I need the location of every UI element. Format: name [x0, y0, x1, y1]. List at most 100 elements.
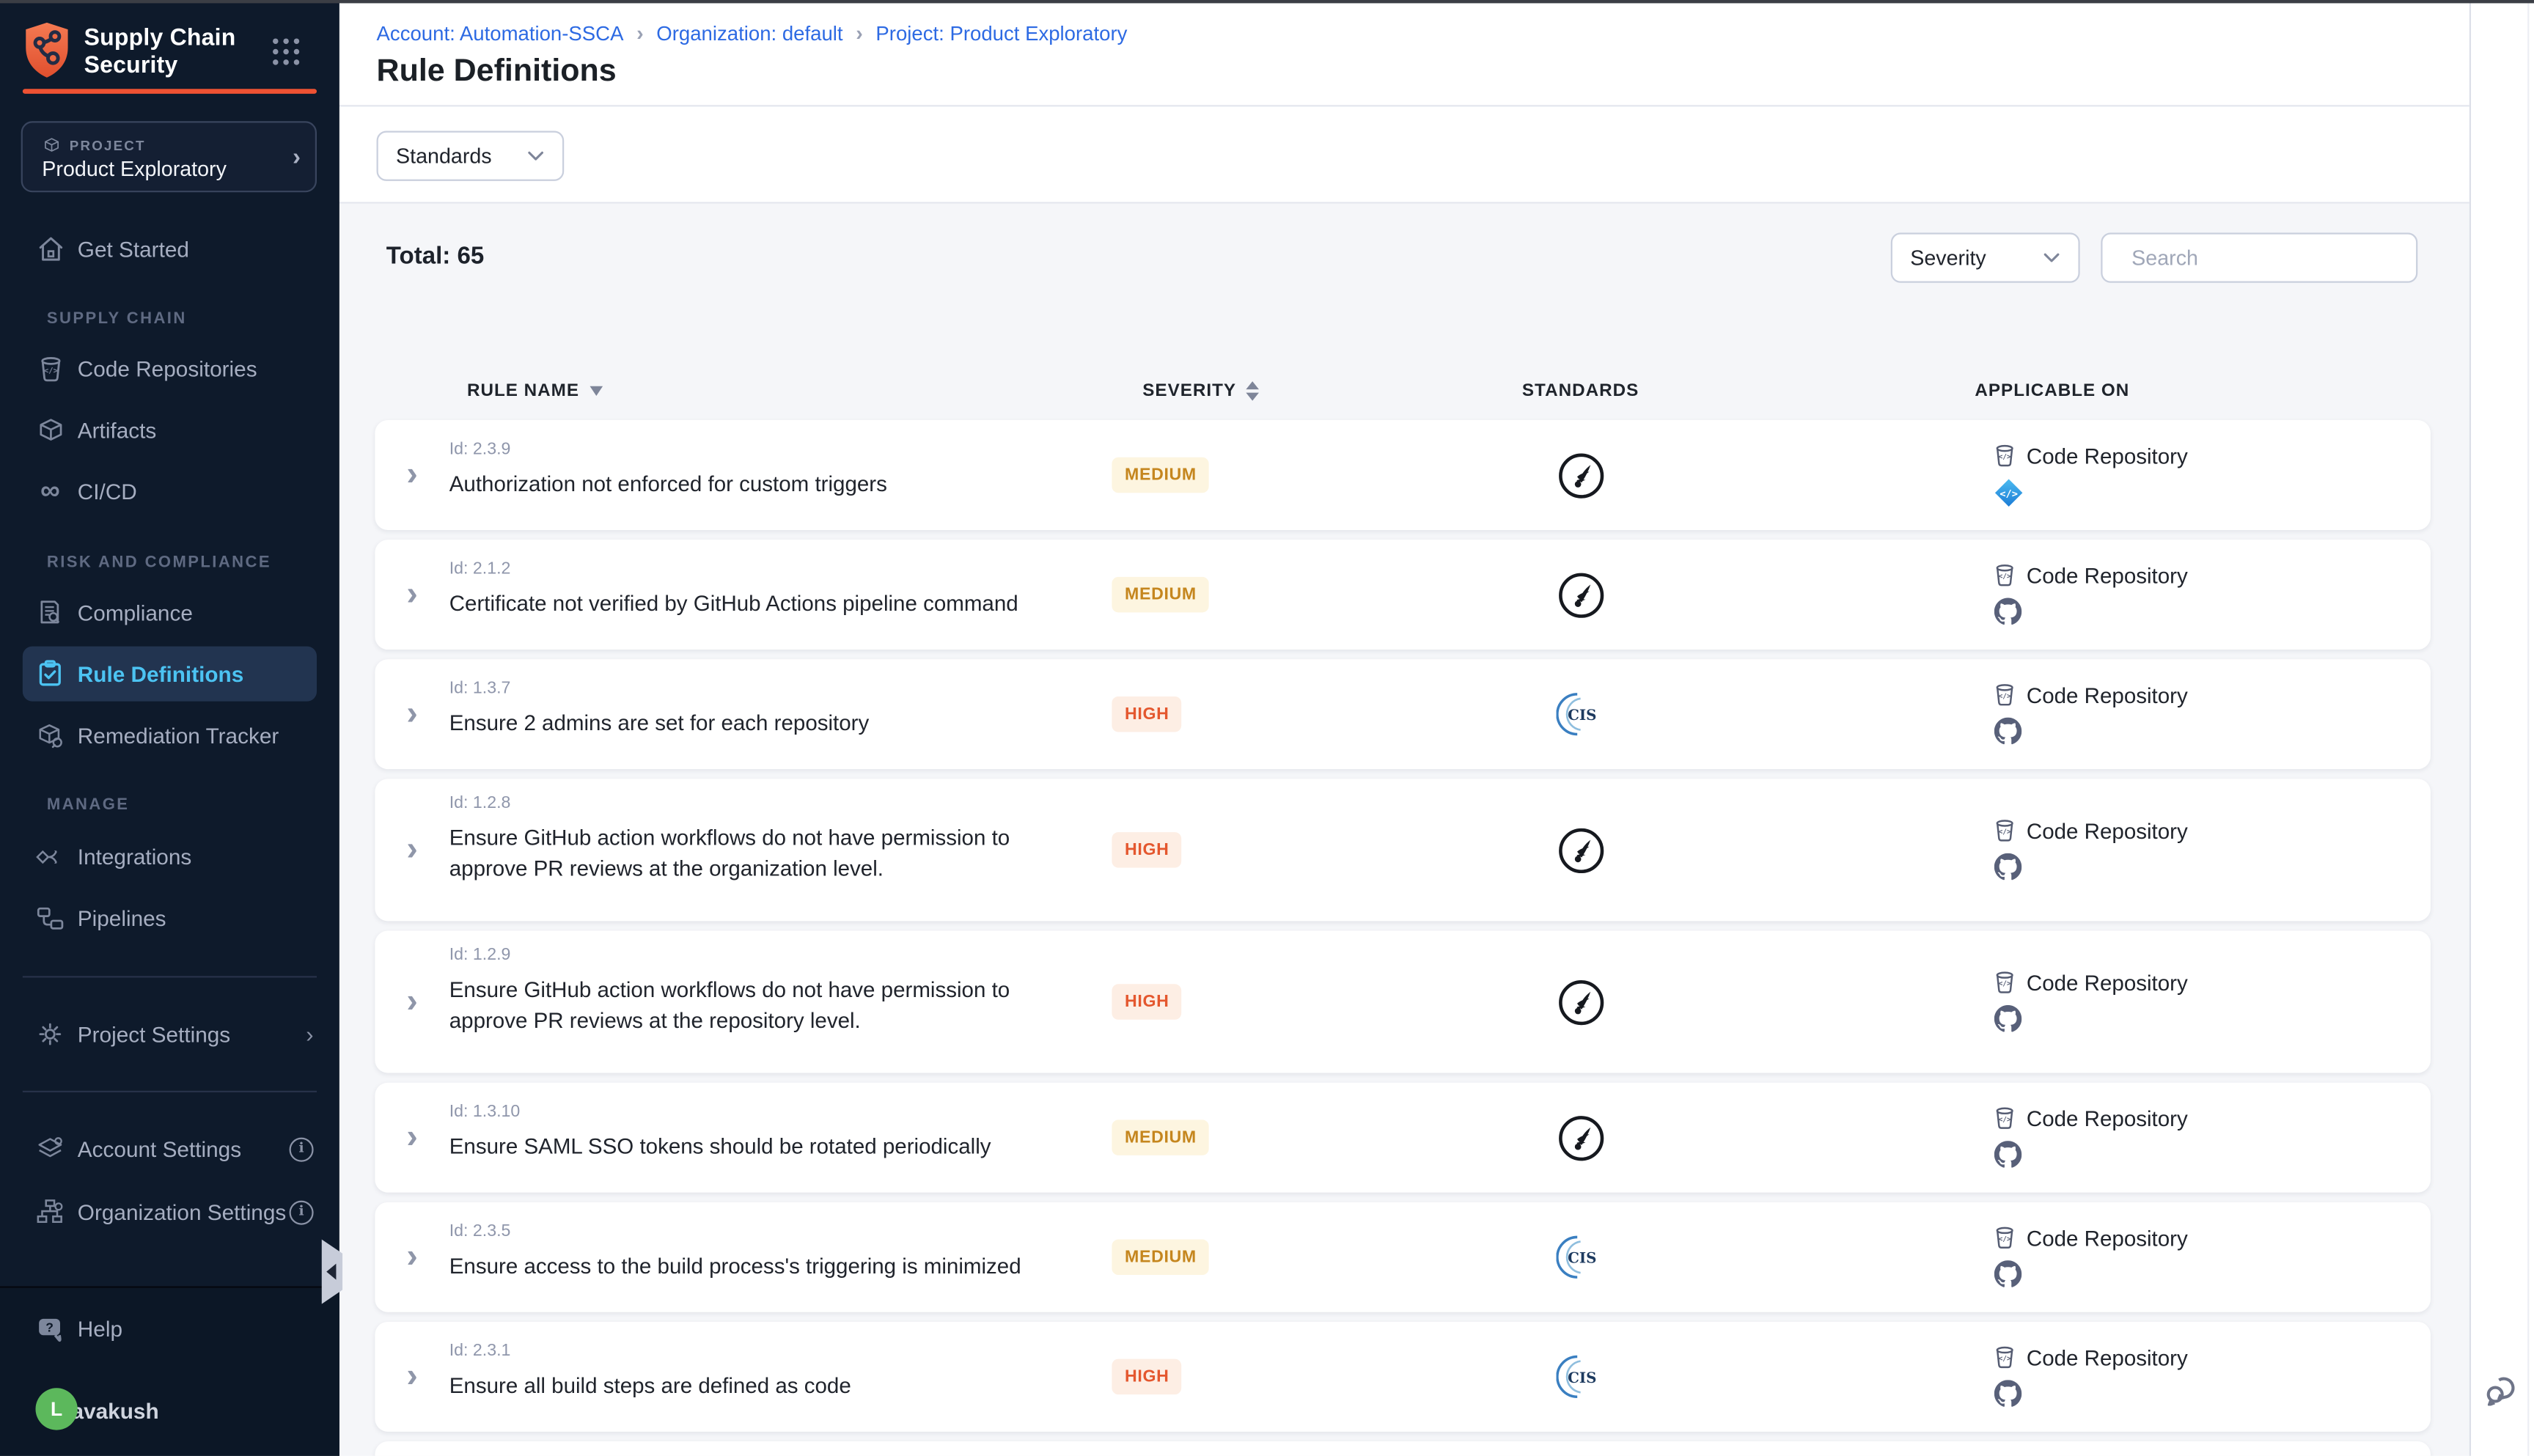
- column-label: RULE NAME: [467, 381, 579, 400]
- accent-divider: [23, 89, 317, 93]
- rule-name: Ensure 2 admins are set for each reposit…: [449, 707, 1080, 738]
- row-expand-chevron[interactable]: ›: [375, 1441, 449, 1456]
- github-icon: [1994, 1005, 2021, 1032]
- applicable-on-label: Code Repository: [2027, 683, 2188, 707]
- column-header-severity[interactable]: SEVERITY: [1079, 381, 1322, 400]
- row-expand-chevron[interactable]: ›: [375, 779, 449, 921]
- table-row[interactable]: › Id: 2.3.9 Authorization not enforced f…: [375, 420, 2431, 530]
- code-repository-icon: [1993, 1345, 2017, 1370]
- window-top-edge: [0, 0, 2534, 3]
- severity-badge: HIGH: [1112, 696, 1182, 732]
- rule-name: Ensure GitHub action workflows do not ha…: [449, 823, 1080, 884]
- section-label-supply-chain: SUPPLY CHAIN: [47, 310, 187, 328]
- severity-dropdown-label: Severity: [1910, 246, 1986, 270]
- chevron-separator-icon: ›: [636, 21, 644, 45]
- sidebar-item-account-settings[interactable]: Account Settings i: [0, 1122, 339, 1177]
- rule-id: Id: 2.3.9: [449, 440, 1080, 459]
- gear-icon: [34, 1018, 66, 1051]
- sidebar-item-remediation-tracker[interactable]: Remediation Tracker: [0, 707, 339, 762]
- filter-strip: Standards: [339, 106, 2469, 203]
- sidebar-item-label: Compliance: [78, 600, 193, 625]
- table-row[interactable]: › Id: 1.2.9 Ensure GitHub action workflo…: [375, 931, 2431, 1073]
- sidebar-item-compliance[interactable]: Compliance: [0, 585, 339, 640]
- project-name: Product Exploratory: [42, 157, 227, 181]
- sidebar-item-artifacts[interactable]: Artifacts: [0, 402, 339, 457]
- sidebar-item-label: Artifacts: [78, 418, 156, 442]
- cis-standard-icon: [1557, 1353, 1605, 1401]
- support-chat-icon[interactable]: [2484, 1370, 2519, 1405]
- sidebar-item-project-settings[interactable]: Project Settings ›: [0, 1007, 339, 1062]
- sidebar-item-cicd[interactable]: ∞ CI/CD: [0, 464, 339, 519]
- rule-id: Id: 2.3.5: [449, 1221, 1080, 1240]
- chevron-down-icon: [527, 150, 545, 161]
- row-expand-chevron[interactable]: ›: [375, 420, 449, 530]
- owasp-standard-icon: [1557, 1114, 1604, 1161]
- chevron-separator-icon: ›: [856, 21, 863, 45]
- column-header-applicable-on: APPLICABLE ON: [1839, 381, 2431, 400]
- severity-filter-dropdown[interactable]: Severity: [1891, 232, 2080, 282]
- rule-id: Id: 1.2.9: [449, 945, 1080, 964]
- table-header: RULE NAME SEVERITY STANDARDS APPLICABLE …: [375, 372, 2431, 411]
- github-icon: [1994, 1380, 2021, 1407]
- rule-name: Ensure SAML SSO tokens should be rotated…: [449, 1131, 1080, 1162]
- app-title: Supply Chain Security: [84, 26, 236, 81]
- module-switcher-grid-icon[interactable]: [270, 35, 302, 67]
- sidebar-item-label: Account Settings: [78, 1137, 241, 1161]
- sidebar-item-label: Remediation Tracker: [78, 723, 279, 747]
- sidebar-item-label: Pipelines: [78, 905, 166, 930]
- home-icon: [34, 232, 66, 265]
- code-repository-icon: [1993, 1225, 2017, 1251]
- table-row[interactable]: › Id: 1.2.8 Ensure GitHub action workflo…: [375, 779, 2431, 921]
- table-row[interactable]: › Id: 2.1.2 Certificate not verified by …: [375, 540, 2431, 650]
- sidebar-item-pipelines[interactable]: Pipelines: [0, 890, 339, 945]
- user-menu[interactable]: L Lavakush: [0, 1388, 339, 1433]
- code-repository-icon: [1993, 1106, 2017, 1131]
- sidebar-item-organization-settings[interactable]: Organization Settings i: [0, 1185, 339, 1240]
- applicable-on-label: Code Repository: [2027, 1345, 2188, 1369]
- github-icon: [1994, 598, 2021, 625]
- help-chat-icon: [34, 1312, 66, 1345]
- table-row[interactable]: › Id: 1.3.7 Ensure 2 admins are set for …: [375, 659, 2431, 769]
- column-header-rule-name[interactable]: RULE NAME: [449, 381, 1080, 400]
- sidebar: Supply Chain Security PROJECT Product Ex…: [0, 0, 339, 1456]
- info-icon[interactable]: i: [290, 1137, 314, 1161]
- row-expand-chevron[interactable]: ›: [375, 1083, 449, 1193]
- search-box[interactable]: [2101, 232, 2417, 282]
- row-expand-chevron[interactable]: ›: [375, 1322, 449, 1432]
- breadcrumb-organization-link[interactable]: Organization: default: [656, 22, 842, 45]
- row-expand-chevron[interactable]: ›: [375, 659, 449, 769]
- table-row[interactable]: › Id: 2.3.5 Ensure access to the build p…: [375, 1202, 2431, 1312]
- table-row[interactable]: › Id: 2.3.1 Ensure all build steps are d…: [375, 1322, 2431, 1432]
- row-expand-chevron[interactable]: ›: [375, 540, 449, 650]
- applicable-on-label: Code Repository: [2027, 1106, 2188, 1130]
- row-expand-chevron[interactable]: ›: [375, 1202, 449, 1312]
- org-chart-gear-icon: [34, 1196, 66, 1228]
- page-title: Rule Definitions: [377, 54, 617, 91]
- standards-dropdown[interactable]: Standards: [377, 131, 565, 181]
- rule-name: Ensure GitHub action workflows do not ha…: [449, 974, 1080, 1036]
- project-selector[interactable]: PROJECT Product Exploratory ›: [21, 121, 317, 192]
- cube-wrench-icon: [34, 719, 66, 751]
- breadcrumb-project-link[interactable]: Project: Product Exploratory: [875, 22, 1127, 45]
- sidebar-item-label: Get Started: [78, 237, 189, 261]
- sidebar-item-code-repositories[interactable]: Code Repositories: [0, 341, 339, 396]
- cis-standard-icon: [1557, 690, 1605, 738]
- sort-descending-icon[interactable]: [590, 386, 603, 396]
- sidebar-item-integrations[interactable]: Integrations: [0, 829, 339, 884]
- sort-toggle-icon[interactable]: [1246, 381, 1259, 400]
- sidebar-item-get-started[interactable]: Get Started: [0, 221, 339, 276]
- breadcrumb-account-link[interactable]: Account: Automation-SSCA: [377, 22, 624, 45]
- total-count: Total: 65: [386, 243, 485, 270]
- rule-id: Id: 1.3.10: [449, 1102, 1080, 1121]
- infinity-icon: ∞: [34, 475, 66, 507]
- row-expand-chevron[interactable]: ›: [375, 931, 449, 1073]
- severity-badge: MEDIUM: [1112, 1240, 1209, 1275]
- sidebar-item-rule-definitions[interactable]: Rule Definitions: [23, 647, 317, 702]
- sidebar-item-help[interactable]: Help: [0, 1301, 339, 1356]
- info-icon[interactable]: i: [290, 1200, 314, 1224]
- code-repository-icon: [1993, 817, 2017, 843]
- table-row[interactable]: › Id: 1.1.9 HIGH Code Repository: [375, 1441, 2431, 1456]
- owasp-standard-icon: [1557, 826, 1604, 873]
- table-row[interactable]: › Id: 1.3.10 Ensure SAML SSO tokens shou…: [375, 1083, 2431, 1193]
- search-input[interactable]: [2129, 244, 2420, 271]
